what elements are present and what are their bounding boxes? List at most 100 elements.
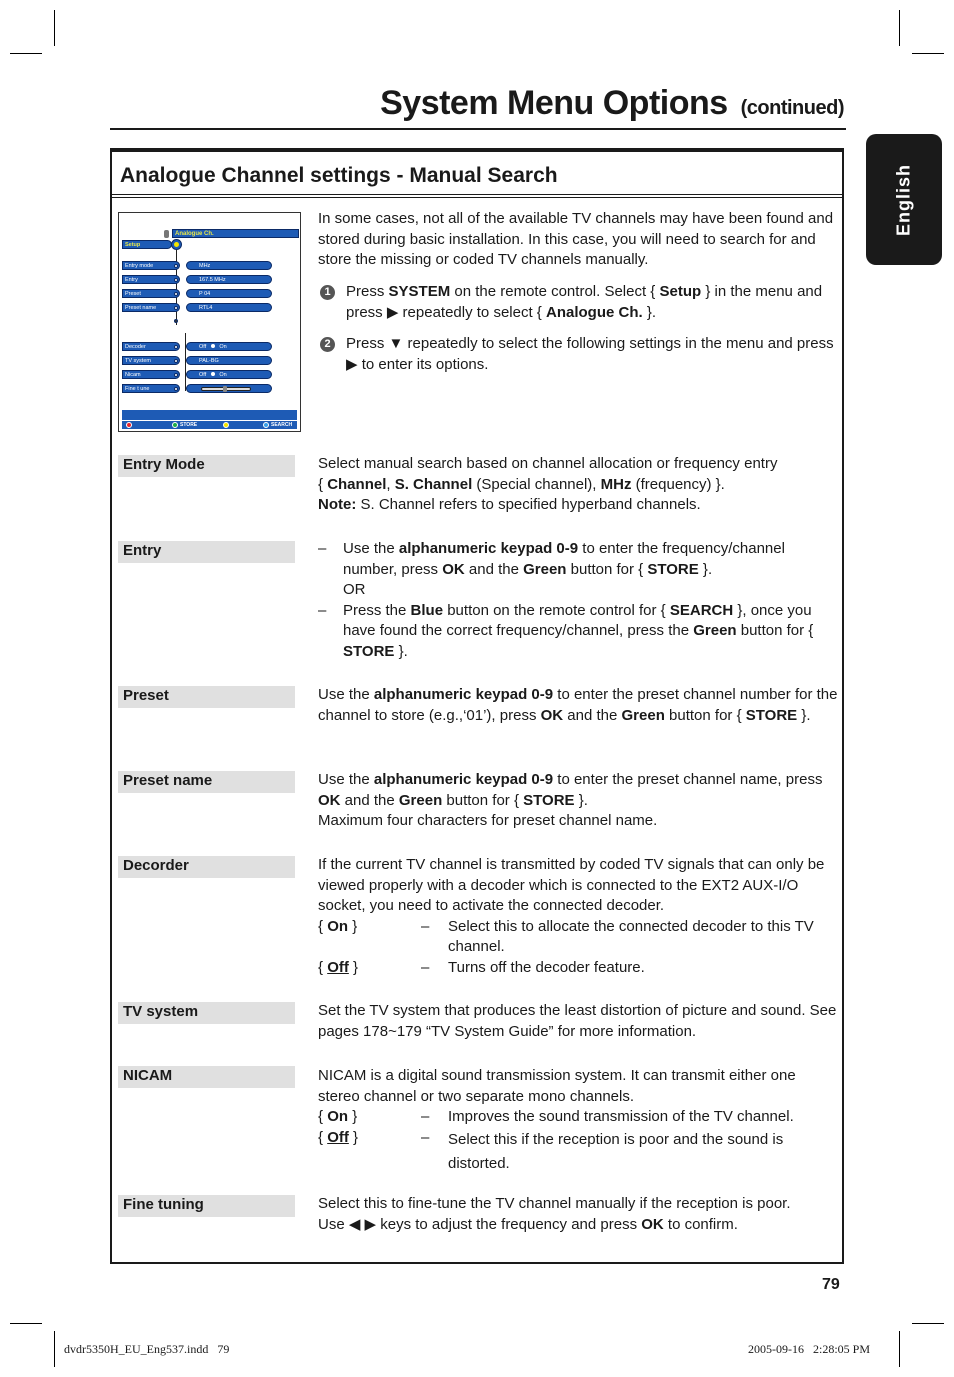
- menu-footer-store: STORE: [180, 422, 198, 428]
- setting-label-preset: Preset: [118, 686, 295, 708]
- page-title-text: System Menu Options: [380, 84, 728, 122]
- text: }.: [394, 642, 408, 660]
- text: and the: [563, 706, 622, 724]
- bold: STORE: [523, 791, 575, 809]
- text: ,: [386, 475, 395, 493]
- desc-item: – Use the alphanumeric keypad 0-9 to ent…: [318, 539, 838, 601]
- option-off: { Off } – Turns off the decoder feature.: [318, 958, 838, 979]
- option-desc: Select this if the reception is poor and…: [448, 1130, 784, 1172]
- desc-line: Use the alphanumeric keypad 0-9 to enter…: [318, 770, 838, 811]
- bold: STORE: [745, 706, 798, 724]
- step-2: 2 Press ▼ repeatedly to select the follo…: [318, 334, 836, 375]
- dash: –: [421, 958, 430, 976]
- text: button for {: [664, 706, 746, 724]
- crop-mark: [54, 10, 55, 46]
- setting-label-fine-tuning: Fine tuning: [118, 1195, 295, 1217]
- setting-desc-preset-name: Use the alphanumeric keypad 0-9 to enter…: [318, 770, 838, 832]
- or-text: OR: [343, 581, 366, 598]
- menu-dot-icon: [174, 359, 178, 363]
- brace: }: [348, 1128, 359, 1146]
- setting-desc-preset: Use the alphanumeric keypad 0-9 to enter…: [318, 685, 838, 726]
- bold: Green: [621, 706, 665, 724]
- radio-icon: [210, 344, 215, 348]
- title-rule: [110, 128, 846, 130]
- menu-value-decoder: Off On: [186, 342, 272, 351]
- menu-dot-icon: [174, 373, 178, 377]
- desc-item: – Press the Blue button on the remote co…: [318, 601, 838, 663]
- option-desc: Improves the sound transmission of the T…: [448, 1108, 794, 1125]
- bold: STORE: [647, 560, 699, 578]
- crop-mark: [912, 1323, 944, 1324]
- brace: }: [348, 917, 358, 935]
- note-label: Note:: [318, 496, 357, 513]
- dash: –: [421, 917, 430, 935]
- bold: alphanumeric keypad 0-9: [398, 540, 579, 557]
- brace: {: [318, 1108, 328, 1125]
- option-key: { On }: [318, 917, 357, 938]
- print-file-name: dvdr5350H_EU_Eng537.indd 79: [64, 1342, 230, 1356]
- setting-label-preset-name: Preset name: [118, 771, 295, 793]
- page-number: 79: [822, 1276, 840, 1293]
- dash: –: [421, 1108, 430, 1125]
- text: Use the: [343, 540, 399, 557]
- yellow-button-icon: [223, 422, 229, 428]
- bold: S. Channel: [394, 475, 473, 493]
- text: button for {: [736, 622, 814, 639]
- setting-desc-nicam: NICAM is a digital sound transmission sy…: [318, 1066, 838, 1172]
- menu-dot-icon: [174, 387, 178, 391]
- menu-value-entry: 167.5 MHz: [186, 275, 272, 284]
- bold: Blue: [410, 601, 444, 619]
- step-bold: Setup: [659, 283, 702, 300]
- text: (Special channel),: [472, 475, 601, 493]
- text: (frequency) }.: [631, 475, 725, 493]
- text: Use the: [318, 686, 374, 703]
- bold: alphanumeric keypad 0-9: [373, 771, 554, 788]
- setting-desc-tv-system: Set the TV system that produces the leas…: [318, 1002, 837, 1040]
- bold: OK: [641, 1215, 664, 1233]
- desc-line: Maximum four characters for preset chann…: [318, 812, 658, 829]
- step-number-icon: 2: [320, 337, 335, 352]
- step-1: 1 Press SYSTEM on the remote control. Se…: [318, 282, 836, 323]
- bold: alphanumeric keypad 0-9: [373, 686, 554, 703]
- crop-mark: [899, 1331, 900, 1367]
- desc-line: { Channel, S. Channel (Special channel),…: [318, 475, 838, 496]
- option-key-text: Off: [327, 1128, 349, 1146]
- option-desc: Turns off the decoder feature.: [448, 958, 645, 976]
- menu-row-tv-system: TV system: [122, 356, 180, 365]
- option-key-text: On: [327, 917, 349, 935]
- menu-value-preset: P 04: [186, 289, 272, 298]
- option-desc: Select this to allocate the connected de…: [448, 917, 814, 956]
- dash: –: [421, 1128, 430, 1146]
- menu-row-entry-mode: Entry mode: [122, 261, 180, 270]
- desc-text: NICAM is a digital sound transmission sy…: [318, 1067, 796, 1105]
- menu-row-fine-tune: Fine t une: [122, 384, 180, 393]
- text: {: [318, 475, 328, 493]
- text: button on the remote control for {: [443, 601, 670, 619]
- red-button-icon: [126, 422, 132, 428]
- bold: STORE: [343, 642, 395, 660]
- option-on: { On } – Improves the sound transmission…: [318, 1107, 838, 1128]
- text: to confirm.: [663, 1215, 738, 1233]
- bold: OK: [442, 560, 465, 578]
- menu-dot-icon: [174, 306, 178, 310]
- text: }.: [574, 791, 588, 809]
- step-text: Press ▼ repeatedly to select the followi…: [346, 335, 834, 373]
- setting-desc-entry: – Use the alphanumeric keypad 0-9 to ent…: [318, 539, 838, 662]
- text: Use ◀ ▶ keys to adjust the frequency and…: [318, 1215, 642, 1233]
- menu-dot-icon: [174, 278, 178, 282]
- menu-opt-off: Off: [199, 372, 207, 378]
- language-tab: English: [866, 134, 942, 265]
- setting-desc-decoder: If the current TV channel is transmitted…: [318, 855, 838, 978]
- crop-mark: [10, 53, 42, 54]
- bold: OK: [540, 706, 564, 724]
- step-number-icon: 1: [320, 285, 335, 300]
- desc-text: If the current TV channel is transmitted…: [318, 856, 825, 914]
- brace: }: [348, 1108, 358, 1125]
- section-heading: Analogue Channel settings - Manual Searc…: [120, 164, 558, 187]
- menu-knob-icon: [164, 230, 169, 238]
- setting-label-entry: Entry: [118, 541, 295, 563]
- text: to enter the preset channel name, press: [553, 771, 823, 788]
- menu-header: Analogue Ch.: [172, 229, 299, 238]
- step-text: on the remote control. Select {: [450, 283, 660, 300]
- menu-value-tv-system: PAL-BG: [186, 356, 272, 365]
